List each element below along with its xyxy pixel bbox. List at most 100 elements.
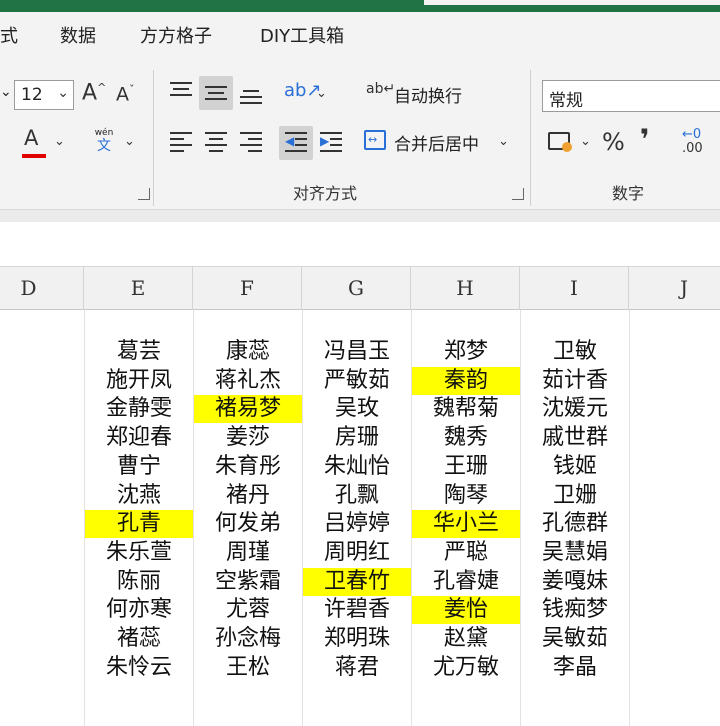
alignment-dialog-launcher-icon[interactable]: [512, 188, 524, 200]
cell-g-9[interactable]: 卫春竹: [303, 567, 411, 596]
cell-e-12[interactable]: 朱怜云: [85, 654, 193, 682]
cell-h-10[interactable]: 姜怡: [412, 596, 520, 625]
increase-decimal-button[interactable]: ←0.00: [682, 128, 703, 156]
cell-e-7[interactable]: 孔青: [85, 510, 193, 539]
cell-e-11[interactable]: 褚蕊: [85, 625, 193, 653]
cell-i-7[interactable]: 孔德群: [521, 510, 629, 538]
phonetic-chevron-icon[interactable]: ⌄: [124, 134, 135, 149]
merge-center-icon[interactable]: ↔: [364, 130, 386, 150]
increase-indent-icon[interactable]: ▶: [320, 132, 342, 152]
cell-f-3[interactable]: 褚易梦: [194, 395, 302, 424]
cell-h-1[interactable]: 郑梦: [412, 338, 520, 366]
align-center-icon[interactable]: [205, 132, 227, 152]
cell-f-5[interactable]: 朱育彤: [194, 453, 302, 481]
column-header-f[interactable]: F: [193, 267, 302, 310]
cell-e-4[interactable]: 郑迎春: [85, 424, 193, 452]
cell-i-12[interactable]: 李晶: [521, 654, 629, 682]
accounting-chevron-icon[interactable]: ⌄: [580, 134, 591, 149]
cell-f-1[interactable]: 康蕊: [194, 338, 302, 366]
cell-i-10[interactable]: 钱痴梦: [521, 596, 629, 624]
cell-h-3[interactable]: 魏帮菊: [412, 395, 520, 423]
cell-i-5[interactable]: 钱姬: [521, 453, 629, 481]
cell-i-11[interactable]: 吴敏茹: [521, 625, 629, 653]
cell-g-10[interactable]: 许碧香: [303, 596, 411, 624]
cell-h-7[interactable]: 华小兰: [412, 510, 520, 539]
cell-h-4[interactable]: 魏秀: [412, 424, 520, 452]
cell-g-1[interactable]: 冯昌玉: [303, 338, 411, 366]
cell-e-3[interactable]: 金静雯: [85, 395, 193, 423]
cell-f-11[interactable]: 孙念梅: [194, 625, 302, 653]
align-middle-icon[interactable]: [205, 82, 227, 102]
cell-f-8[interactable]: 周瑾: [194, 539, 302, 567]
merge-center-button[interactable]: 合并后居中: [394, 130, 479, 155]
orientation-chevron-icon[interactable]: ⌄: [316, 86, 327, 101]
cell-h-8[interactable]: 严聪: [412, 539, 520, 567]
cell-e-10[interactable]: 何亦寒: [85, 596, 193, 624]
cell-h-9[interactable]: 孔睿婕: [412, 568, 520, 596]
cell-i-1[interactable]: 卫敏: [521, 338, 629, 366]
tab-diy-toolbox[interactable]: DIY工具箱: [260, 22, 344, 48]
cell-g-4[interactable]: 房珊: [303, 424, 411, 452]
column-header-g[interactable]: G: [302, 267, 411, 310]
cell-g-7[interactable]: 吕婷婷: [303, 510, 411, 538]
column-header-i[interactable]: I: [520, 267, 629, 310]
cell-f-4[interactable]: 姜莎: [194, 424, 302, 452]
decrease-indent-icon[interactable]: ◀: [285, 132, 307, 152]
number-format-select[interactable]: 常规: [542, 80, 720, 112]
column-header-j[interactable]: J: [629, 267, 720, 310]
column-header-h[interactable]: H: [411, 267, 520, 310]
cell-e-1[interactable]: 葛芸: [85, 338, 193, 366]
cell-h-6[interactable]: 陶琴: [412, 482, 520, 510]
align-left-icon[interactable]: [170, 132, 192, 152]
cell-e-2[interactable]: 施开凤: [85, 367, 193, 395]
align-top-icon[interactable]: [170, 82, 192, 102]
cell-i-2[interactable]: 茹计香: [521, 367, 629, 395]
cell-e-9[interactable]: 陈丽: [85, 568, 193, 596]
wrap-text-icon[interactable]: ab↵: [366, 82, 395, 96]
accounting-format-icon[interactable]: [548, 132, 572, 152]
font-color-chevron-icon[interactable]: ⌄: [54, 134, 65, 149]
cell-f-2[interactable]: 蒋礼杰: [194, 367, 302, 395]
cell-e-6[interactable]: 沈燕: [85, 482, 193, 510]
wrap-text-button[interactable]: 自动换行: [394, 82, 462, 107]
cell-g-3[interactable]: 吴玫: [303, 395, 411, 423]
cell-i-9[interactable]: 姜嘎妹: [521, 568, 629, 596]
column-header-e[interactable]: E: [84, 267, 193, 310]
cell-g-8[interactable]: 周明红: [303, 539, 411, 567]
cell-h-2[interactable]: 秦韵: [412, 366, 520, 395]
cell-f-12[interactable]: 王松: [194, 654, 302, 682]
cell-h-12[interactable]: 尤万敏: [412, 654, 520, 682]
phonetic-guide-button[interactable]: wén 文: [92, 128, 116, 158]
tab-formula[interactable]: 式: [0, 22, 18, 48]
increase-font-size-button[interactable]: A^: [82, 82, 106, 104]
cell-e-8[interactable]: 朱乐萱: [85, 539, 193, 567]
font-name-dropdown-chevron[interactable]: ⌄: [0, 84, 12, 100]
cell-i-6[interactable]: 卫姗: [521, 482, 629, 510]
cell-g-11[interactable]: 郑明珠: [303, 625, 411, 653]
percent-style-button[interactable]: %: [602, 130, 625, 154]
cell-h-5[interactable]: 王珊: [412, 453, 520, 481]
cell-i-3[interactable]: 沈媛元: [521, 395, 629, 423]
font-color-button[interactable]: A: [24, 128, 38, 149]
merge-chevron-icon[interactable]: ⌄: [498, 134, 509, 149]
cell-f-7[interactable]: 何发弟: [194, 510, 302, 538]
cell-f-6[interactable]: 褚丹: [194, 482, 302, 510]
font-size-select[interactable]: 12 ⌄: [14, 80, 74, 110]
column-header-d[interactable]: D: [0, 267, 84, 310]
tab-data[interactable]: 数据: [60, 22, 96, 48]
decrease-font-size-button[interactable]: Aˇ: [116, 84, 135, 104]
cell-i-4[interactable]: 戚世群: [521, 424, 629, 452]
cell-h-11[interactable]: 赵黛: [412, 625, 520, 653]
cell-f-10[interactable]: 尤蓉: [194, 596, 302, 624]
comma-style-button[interactable]: ❜: [640, 126, 650, 154]
cell-f-9[interactable]: 空紫霜: [194, 568, 302, 596]
cell-e-5[interactable]: 曹宁: [85, 453, 193, 481]
cell-g-6[interactable]: 孔飘: [303, 482, 411, 510]
cell-g-12[interactable]: 蒋君: [303, 654, 411, 682]
cell-g-2[interactable]: 严敏茹: [303, 367, 411, 395]
cell-g-5[interactable]: 朱灿怡: [303, 453, 411, 481]
align-bottom-icon[interactable]: [240, 84, 262, 104]
cell-i-8[interactable]: 吴慧娟: [521, 539, 629, 567]
tab-fangfang-gezi[interactable]: 方方格子: [140, 22, 212, 48]
font-dialog-launcher-icon[interactable]: [138, 188, 150, 200]
